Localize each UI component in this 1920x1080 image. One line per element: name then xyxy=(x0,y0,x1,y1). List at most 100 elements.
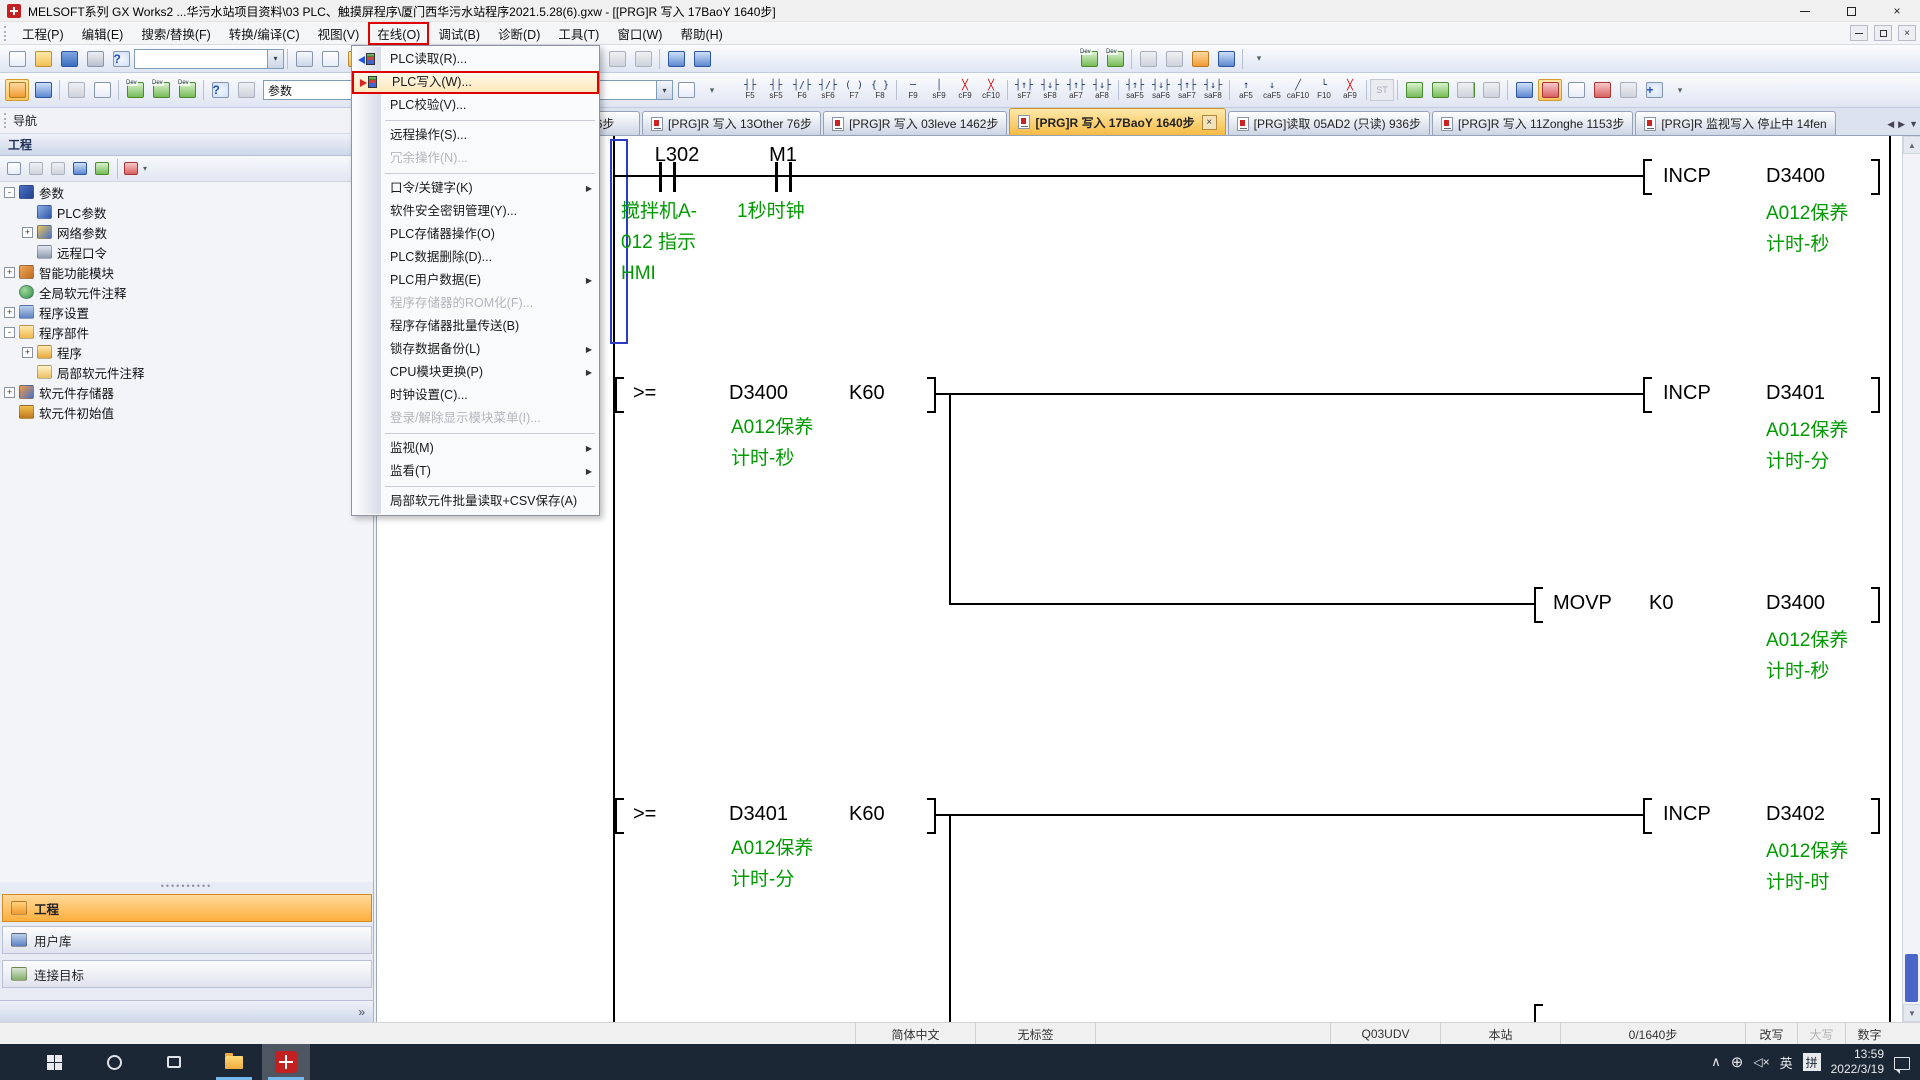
tray-expand-icon[interactable]: ∧ xyxy=(1711,1054,1721,1070)
expand-icon[interactable]: + xyxy=(22,227,33,238)
tab-13other[interactable]: [PRG]R 写入 13Other 76步 xyxy=(642,111,821,135)
new-project-icon[interactable] xyxy=(5,48,29,70)
tree-item-parameters[interactable]: -参数 xyxy=(0,182,373,202)
comment-rung4-compare[interactable]: A012保养计时-分 xyxy=(731,833,813,895)
rung2-compare-op[interactable]: >= xyxy=(633,382,656,405)
menu-item-plc-write[interactable]: PLC写入(W)... xyxy=(352,71,599,94)
find-binoculars-icon[interactable] xyxy=(234,79,258,101)
rung4-compare-s1[interactable]: D3401 xyxy=(729,803,788,826)
comment-M1[interactable]: 1秒时钟 xyxy=(737,196,805,227)
application-instruction-button[interactable]: { }F8 xyxy=(867,76,893,105)
menu-window[interactable]: 窗口(W) xyxy=(608,22,671,45)
tab-scroll-left-icon[interactable]: ◀ xyxy=(1887,119,1894,130)
menu-tools[interactable]: 工具(T) xyxy=(549,22,608,45)
rung3-instruction[interactable]: MOVP xyxy=(1553,592,1612,615)
branch-line-button[interactable]: └F10 xyxy=(1311,76,1337,105)
contact-L302-label[interactable]: L302 xyxy=(632,144,722,167)
panel-expander-icon[interactable]: » xyxy=(358,1005,365,1019)
menu-compile[interactable]: 转换/编译(C) xyxy=(220,22,309,45)
pulse-conversion-button[interactable]: ╱caF10 xyxy=(1285,76,1311,105)
blue-document-icon[interactable] xyxy=(90,79,114,101)
device-comment-read-icon[interactable]: Dev xyxy=(1103,48,1127,70)
tree-info-icon[interactable] xyxy=(70,160,90,178)
toolbar2-overflow-icon[interactable]: ▾ xyxy=(700,79,724,101)
expand-icon[interactable]: + xyxy=(4,267,15,278)
ladder-edit-icon[interactable] xyxy=(1188,48,1212,70)
tab-list-icon[interactable]: ▼ xyxy=(1909,119,1918,130)
monitor-start-icon[interactable] xyxy=(1214,48,1238,70)
menu-find-replace[interactable]: 搜索/替换(F) xyxy=(132,22,219,45)
device-search-icon[interactable] xyxy=(1564,79,1588,101)
menu-item-cpu-module-change[interactable]: CPU模块更换(P)▶ xyxy=(352,361,599,384)
mdi-close-button[interactable]: × xyxy=(1898,25,1916,41)
comment-D3400[interactable]: A012保养计时-秒 xyxy=(1766,198,1848,260)
menu-item-plc-data-delete[interactable]: PLC数据删除(D)... xyxy=(352,246,599,269)
combo-dropdown-icon[interactable]: ▾ xyxy=(267,50,283,68)
menu-help[interactable]: 帮助(H) xyxy=(671,22,731,45)
convert-result-button[interactable]: ↓caF5 xyxy=(1259,76,1285,105)
tree-item-remote-password[interactable]: 远程口令 xyxy=(0,242,373,262)
tab-scroll-right-icon[interactable]: ▶ xyxy=(1898,119,1905,130)
menu-item-plc-verify[interactable]: PLC校验(V)... xyxy=(352,94,599,117)
menu-item-password-keyword[interactable]: 口令/关键字(K)▶ xyxy=(352,177,599,200)
tree-item-plc-parameter[interactable]: PLC参数 xyxy=(0,202,373,222)
zoom-icon[interactable]: + xyxy=(1642,79,1666,101)
program-verify-icon[interactable] xyxy=(1162,48,1186,70)
network-icon[interactable]: ⊕ xyxy=(1731,1053,1744,1071)
delete-horizontal-line-button[interactable]: ╳cF9 xyxy=(952,76,978,105)
tree-item-intelligent-module[interactable]: +智能功能模块 xyxy=(0,262,373,282)
scrollbar-thumb[interactable] xyxy=(1905,954,1918,1002)
tab-14fen[interactable]: [PRG]R 监视写入 停止中 14fen xyxy=(1635,111,1835,135)
action-center-icon[interactable] xyxy=(1894,1057,1910,1070)
tree-new-icon[interactable] xyxy=(4,160,24,178)
scroll-down-icon[interactable]: ▼ xyxy=(1903,1004,1920,1022)
menu-item-plc-read[interactable]: PLC读取(R)... xyxy=(352,48,599,71)
menu-item-plc-memory-operation[interactable]: PLC存储器操作(O) xyxy=(352,223,599,246)
tab-close-icon[interactable]: × xyxy=(1202,115,1217,130)
menu-debug[interactable]: 调试(B) xyxy=(429,22,489,45)
menu-view[interactable]: 视图(V) xyxy=(309,22,369,45)
tab-03leve[interactable]: [PRG]R 写入 03leve 1462步 xyxy=(823,111,1007,135)
rung2-instruction[interactable]: INCP xyxy=(1663,382,1711,405)
connection-destination-button[interactable]: 连接目标 xyxy=(2,960,372,988)
file-explorer-button[interactable] xyxy=(210,1044,258,1080)
save-project-icon[interactable] xyxy=(57,48,81,70)
tree-item-local-comment[interactable]: 局部软元件注释 xyxy=(0,362,373,382)
menu-item-watch[interactable]: 监看(T)▶ xyxy=(352,460,599,483)
edit-comment-icon[interactable] xyxy=(1428,79,1452,101)
menu-project[interactable]: 工程(P) xyxy=(13,22,73,45)
mdi-minimize-button[interactable] xyxy=(1850,25,1868,41)
coil-button[interactable]: ( )F7 xyxy=(841,76,867,105)
menu-item-plc-user-data[interactable]: PLC用户数据(E)▶ xyxy=(352,269,599,292)
invert-result-button[interactable]: ↑aF5 xyxy=(1233,76,1259,105)
menu-item-clock-setting[interactable]: 时钟设置(C)... xyxy=(352,384,599,407)
rung2-compare-s2[interactable]: K60 xyxy=(849,382,885,405)
rung4-compare-op[interactable]: >= xyxy=(633,803,656,826)
rising-pulse-close-branch-button[interactable]: ┤↑├saF7 xyxy=(1174,76,1200,105)
menu-item-local-device-batch-csv[interactable]: 局部软元件批量读取+CSV保存(A) xyxy=(352,490,599,513)
ladder-editor[interactable]: L302 M1 搅拌机A-012 指示HMI 1秒时钟 INCP D3400 A… xyxy=(376,136,1902,1022)
search-dropdown-icon[interactable]: ▾ xyxy=(656,81,672,99)
open-project-icon[interactable] xyxy=(31,48,55,70)
minimize-button[interactable] xyxy=(1782,0,1828,22)
rung4-instruction[interactable]: INCP xyxy=(1663,803,1711,826)
tree-item-device-memory[interactable]: +软元件存储器 xyxy=(0,382,373,402)
help-icon[interactable]: ? xyxy=(109,48,133,70)
tab-05ad2[interactable]: [PRG]读取 05AD2 (只读) 936步 xyxy=(1228,111,1430,135)
menu-diagnostics[interactable]: 诊断(D) xyxy=(489,22,549,45)
quick-access-combobox[interactable]: ▾ xyxy=(134,49,284,69)
comment-D3402[interactable]: A012保养计时-时 xyxy=(1766,836,1848,898)
rung4-compare-s2[interactable]: K60 xyxy=(849,803,885,826)
print-icon[interactable] xyxy=(83,48,107,70)
rung4-operand[interactable]: D3402 xyxy=(1766,803,1825,826)
tree-paste-icon[interactable] xyxy=(48,160,68,178)
program-check-icon[interactable] xyxy=(1136,48,1160,70)
ladder-vertical-scrollbar[interactable]: ▲ ▼ xyxy=(1902,136,1920,1022)
tree-item-network-parameter[interactable]: +网络参数 xyxy=(0,222,373,242)
taskbar-clock[interactable]: 13:59 2022/3/19 xyxy=(1831,1047,1884,1077)
copy-icon[interactable] xyxy=(318,48,342,70)
find-in-doc-icon[interactable] xyxy=(674,79,698,101)
collapse-icon[interactable]: - xyxy=(4,187,15,198)
scroll-up-icon[interactable]: ▲ xyxy=(1903,136,1920,154)
close-button[interactable]: × xyxy=(1874,0,1920,22)
